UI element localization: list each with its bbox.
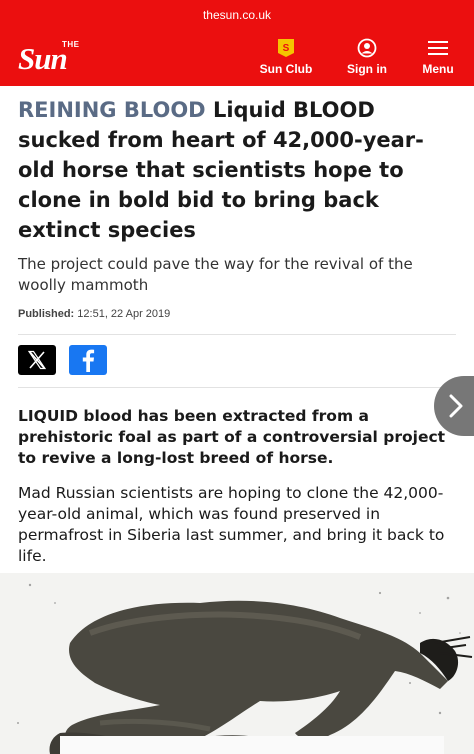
svg-text:S: S	[283, 43, 290, 54]
hamburger-icon	[418, 38, 458, 58]
published-label: Published:	[18, 308, 75, 320]
site-header: Sun THE S Sun Club Sign in Menu	[0, 30, 474, 86]
nav-sun-club[interactable]: S Sun Club	[258, 38, 314, 76]
logo-wordmark: Sun	[18, 41, 68, 76]
nav-sign-in[interactable]: Sign in	[342, 38, 392, 76]
standfirst: The project could pave the way for the r…	[18, 255, 413, 294]
user-icon	[342, 38, 392, 58]
sun-club-icon: S	[258, 38, 314, 58]
published-value: 12:51, 22 Apr 2019	[77, 308, 171, 320]
article-lede: LIQUID blood has been extracted from a p…	[18, 407, 446, 467]
url-text: thesun.co.uk	[202, 8, 272, 22]
share-bar	[18, 335, 456, 387]
preserved-foal-image	[0, 573, 474, 754]
nav-sun-club-label: Sun Club	[259, 62, 313, 76]
divider	[18, 387, 456, 388]
share-facebook-button[interactable]	[69, 345, 107, 375]
article-paragraph: Mad Russian scientists are hoping to clo…	[18, 484, 445, 565]
x-logo-icon	[18, 350, 56, 379]
headline-kicker: REINING BLOOD	[18, 98, 206, 122]
logo-the: THE	[62, 40, 80, 49]
nav-menu-label: Menu	[422, 62, 454, 76]
url-bar[interactable]: thesun.co.uk	[0, 0, 474, 30]
published-date: Published: 12:51, 22 Apr 2019	[18, 308, 456, 320]
image-caption-bar	[60, 736, 444, 754]
article: REINING BLOOD Liquid BLOOD sucked from h…	[0, 95, 474, 567]
share-x-button[interactable]	[18, 345, 56, 375]
sun-logo[interactable]: Sun THE	[18, 40, 118, 74]
headline: REINING BLOOD Liquid BLOOD sucked from h…	[18, 95, 456, 245]
article-photo[interactable]	[0, 573, 474, 754]
facebook-icon	[69, 349, 107, 379]
nav-menu[interactable]: Menu	[418, 38, 458, 76]
nav-sign-in-label: Sign in	[347, 62, 387, 76]
